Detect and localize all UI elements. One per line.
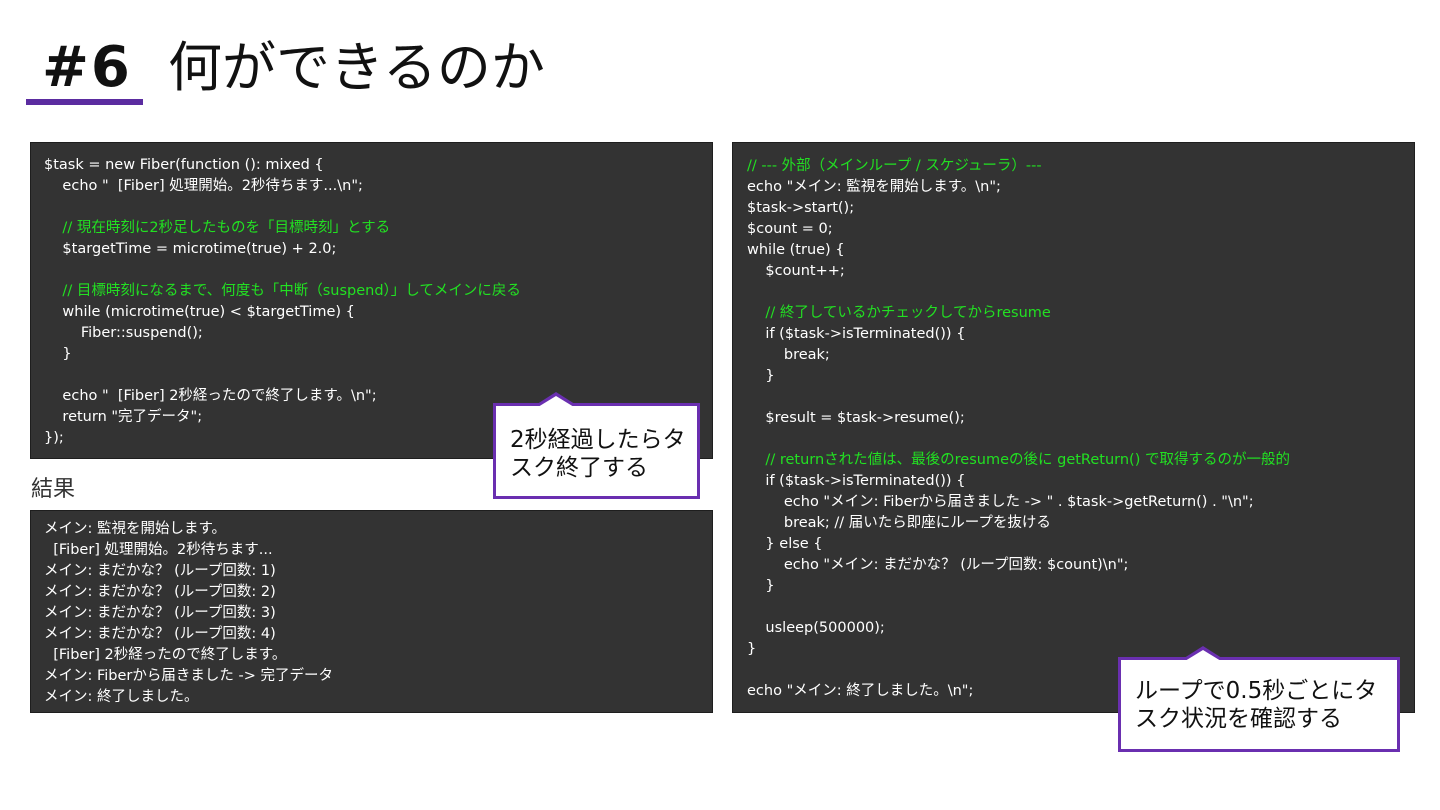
- callout-pointer-inner: [1185, 650, 1221, 661]
- code-line: while (microtime(true) < $targetTime) {: [44, 304, 355, 320]
- code-line: $count++;: [747, 263, 845, 279]
- code-line: if ($task->isTerminated()) {: [747, 326, 966, 342]
- code-line: while (true) {: [747, 242, 845, 258]
- callout-pointer-inner: [538, 396, 574, 407]
- code-line: $task = new Fiber(function (): mixed {: [44, 157, 324, 173]
- result-line: メイン: Fiberから届きました -> 完了データ: [44, 668, 333, 684]
- main-loop-code-block: // --- 外部（メインループ / スケジューラ）--- echo "メイン: …: [732, 142, 1415, 713]
- code-line: $result = $task->resume();: [747, 410, 965, 426]
- slide-number: #6: [42, 35, 132, 100]
- callout-text-line: スク終了する: [510, 455, 648, 481]
- callout-loop-check: ループで0.5秒ごとにタ スク状況を確認する: [1118, 646, 1400, 752]
- result-line: メイン: まだかな？ (ループ回数: 4): [44, 626, 276, 642]
- code-line: $count = 0;: [747, 221, 833, 237]
- code-line: Fiber::suspend();: [44, 325, 203, 341]
- result-label: 結果: [31, 477, 76, 502]
- code-comment-line: // 目標時刻になるまで、何度も「中断（suspend）」してメインに戻る: [44, 283, 521, 299]
- code-line: echo "メイン: まだかな？ (ループ回数: $count)\n";: [747, 557, 1129, 573]
- code-line: $targetTime = microtime(true) + 2.0;: [44, 241, 337, 257]
- code-line: break;: [747, 347, 830, 363]
- callout-text-line: スク状況を確認する: [1135, 706, 1342, 732]
- code-line: }: [747, 368, 775, 384]
- slide-title: 何ができるのか: [168, 36, 545, 99]
- code-comment-line: // --- 外部（メインループ / スケジューラ）---: [747, 158, 1042, 174]
- code-line: }: [747, 578, 775, 594]
- code-comment-line: // 終了しているかチェックしてからresume: [747, 305, 1051, 321]
- result-line: [Fiber] 処理開始。2秒待ちます...: [44, 542, 273, 558]
- result-line: [Fiber] 2秒経ったので終了します。: [44, 647, 287, 663]
- callout-text-line: ループで0.5秒ごとにタ: [1135, 678, 1378, 704]
- slide: #6 何ができるのか $task = new Fiber(function ()…: [0, 0, 1440, 810]
- callout-fiber-finish: 2秒経過したらタ スク終了する: [493, 392, 700, 499]
- callout-text-line: 2秒経過したらタ: [510, 427, 686, 453]
- result-line: メイン: まだかな？ (ループ回数: 3): [44, 605, 276, 621]
- code-line: echo "メイン: 監視を開始します。\n";: [747, 179, 1001, 195]
- code-line: usleep(500000);: [747, 620, 885, 636]
- code-line: }: [44, 346, 72, 362]
- code-comment-line: // 現在時刻に2秒足したものを「目標時刻」とする: [44, 220, 391, 236]
- result-line: メイン: 終了しました。: [44, 689, 199, 705]
- code-line: echo "メイン: Fiberから届きました -> " . $task->ge…: [747, 494, 1254, 510]
- code-comment-line: // returnされた値は、最後のresumeの後に getReturn() …: [747, 452, 1290, 468]
- result-line: メイン: まだかな？ (ループ回数: 1): [44, 563, 276, 579]
- code-line: } else {: [747, 536, 823, 552]
- slide-number-underline: [26, 99, 143, 105]
- code-line: $task->start();: [747, 200, 855, 216]
- code-line: echo " [Fiber] 処理開始。2秒待ちます...\n";: [44, 178, 363, 194]
- result-line: メイン: まだかな？ (ループ回数: 2): [44, 584, 276, 600]
- result-line: メイン: 監視を開始します。: [44, 521, 227, 537]
- code-line: break; // 届いたら即座にループを抜ける: [747, 515, 1051, 531]
- result-output-block: メイン: 監視を開始します。 [Fiber] 処理開始。2秒待ちます... メイン…: [30, 510, 713, 713]
- code-line: if ($task->isTerminated()) {: [747, 473, 966, 489]
